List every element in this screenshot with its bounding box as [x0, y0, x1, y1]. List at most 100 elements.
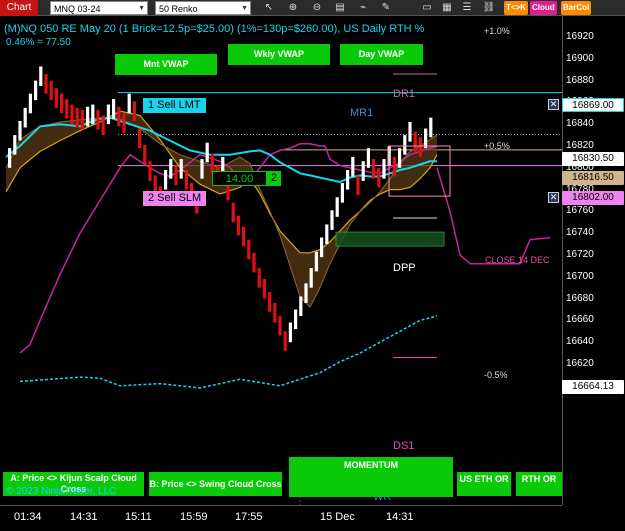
- renko-brick: [288, 322, 292, 343]
- strategy-icon[interactable]: ⌁: [356, 1, 370, 15]
- renko-brick: [356, 175, 360, 196]
- last-price-box: 16830.50: [562, 152, 624, 166]
- renko-brick: [424, 128, 428, 149]
- price-axis[interactable]: [562, 16, 625, 505]
- price-tick-label: 16680: [566, 292, 594, 304]
- time-tick: 14:31: [386, 511, 414, 523]
- instrument-selector[interactable]: MNQ 03-24 ▼: [50, 1, 148, 15]
- price-tick-label: 16740: [566, 227, 594, 239]
- renko-brick: [299, 296, 303, 317]
- renko-brick: [148, 161, 152, 181]
- renko-brick: [403, 135, 407, 155]
- chart-title: (M)NQ 050 RE May 20 (1 Brick=12.5p=$25.0…: [4, 23, 425, 35]
- renko-brick: [413, 131, 417, 152]
- renko-brick: [101, 115, 105, 136]
- chart-plot-area[interactable]: [0, 16, 562, 505]
- link-icon[interactable]: ⛓: [482, 1, 496, 15]
- renko-brick: [398, 148, 402, 168]
- rth-or-button[interactable]: RTH OR: [516, 472, 562, 496]
- renko-brick: [164, 169, 168, 190]
- renko-brick: [309, 268, 313, 288]
- price-tick-label: 16760: [566, 205, 594, 217]
- renko-brick: [408, 122, 412, 142]
- renko-brick: [117, 106, 121, 127]
- time-tick: 15:11: [125, 511, 152, 523]
- dpp-label: DPP: [393, 262, 416, 274]
- sell-lmt-order-label: 1 Sell LMT: [148, 99, 201, 111]
- magenta-line-extension: [436, 167, 551, 265]
- bar-type-selector[interactable]: 50 Renko ▼: [155, 1, 251, 15]
- time-tick: 15:59: [180, 511, 208, 523]
- pct-plus-1-label: +1.0%: [484, 26, 510, 36]
- renko-brick: [179, 159, 183, 179]
- renko-brick: [340, 183, 344, 203]
- renko-brick: [320, 237, 324, 258]
- renko-brick: [304, 283, 308, 303]
- renko-brick: [127, 93, 131, 114]
- renko-brick: [273, 302, 277, 323]
- cancel-sell-lmt-icon[interactable]: ✕: [548, 99, 559, 110]
- renko-brick: [382, 159, 386, 179]
- vwap-dashed-line: [19, 315, 438, 389]
- swing-cloud-cross-button[interactable]: B: Price <> Swing Cloud Cross: [149, 472, 282, 496]
- renko-brick: [242, 226, 246, 247]
- indicators-icon[interactable]: ▤: [333, 1, 347, 15]
- wkly-vwap-button[interactable]: Wkly VWAP: [228, 44, 330, 65]
- window-icon[interactable]: ▭: [420, 1, 434, 15]
- cancel-sell-slm-icon[interactable]: ✕: [548, 192, 559, 203]
- order-qty-price-value: 14.00: [225, 173, 254, 185]
- tile-icon[interactable]: ▦: [440, 1, 454, 15]
- chart-toolbar: Chart MNQ 03-24 ▼ 50 Renko ▼ ↖ ⊕ ⊖ ▤ ⌁ ✎…: [0, 0, 625, 16]
- cyan-line-price-box: 16664.13: [562, 380, 624, 394]
- sell-lmt-order[interactable]: 1 Sell LMT: [143, 98, 206, 113]
- time-tick: 17:55: [235, 511, 263, 523]
- price-tick-label: 16640: [566, 336, 594, 348]
- order-qty-count-box[interactable]: 2: [267, 171, 281, 186]
- zoom-icon[interactable]: ⊕: [286, 1, 300, 15]
- chart-tab[interactable]: Chart: [0, 0, 38, 16]
- momentum-button[interactable]: MOMENTUM: [289, 457, 453, 497]
- mnt-vwap-button[interactable]: Mnt VWAP: [115, 54, 217, 75]
- order-qty-price-box[interactable]: 14.00: [212, 171, 267, 186]
- price-tick-label: 16900: [566, 52, 594, 64]
- cloud-lower-line: [5, 117, 438, 309]
- kijun-cloud: [6, 111, 437, 308]
- tk-toggle-button[interactable]: T<>K: [504, 1, 529, 15]
- ds1-label: DS1: [393, 440, 415, 452]
- renko-brick: [346, 169, 350, 190]
- price-tick-label: 16840: [566, 118, 594, 130]
- renko-brick: [70, 104, 74, 125]
- sell-slm-order[interactable]: 2 Sell SLM: [143, 191, 207, 206]
- renko-brick: [231, 202, 235, 223]
- pct-minus-05-label: -0.5%: [484, 370, 508, 380]
- time-tick: 15 Dec: [320, 511, 355, 523]
- cloud-toggle-button[interactable]: Cloud: [530, 1, 557, 15]
- price-tick-label: 16880: [566, 74, 594, 86]
- renko-brick: [23, 107, 27, 128]
- price-tick-label: 16920: [566, 31, 594, 42]
- renko-brick: [247, 239, 251, 260]
- renko-brick: [122, 113, 126, 133]
- renko-brick: [44, 74, 48, 94]
- price-tick-label: 16700: [566, 270, 594, 282]
- chart-subvalue: 0.46% = 77.50: [6, 37, 71, 48]
- renko-brick: [377, 167, 381, 188]
- drawing-tools-icon[interactable]: ✎: [379, 1, 393, 15]
- renko-brick: [28, 93, 32, 114]
- us-eth-or-button[interactable]: US ETH OR: [457, 472, 511, 496]
- renko-brick: [429, 117, 433, 138]
- renko-brick: [54, 88, 58, 108]
- renko-brick: [361, 161, 365, 181]
- renko-brick: [325, 224, 329, 245]
- renko-brick: [205, 142, 209, 163]
- settings-icon[interactable]: ☰: [460, 1, 474, 15]
- renko-brick: [86, 106, 90, 127]
- renko-brick: [80, 110, 84, 130]
- sell-slm-order-label: 2 Sell SLM: [148, 192, 202, 204]
- day-vwap-button[interactable]: Day VWAP: [340, 44, 423, 65]
- cursor-icon[interactable]: ↖: [262, 1, 276, 15]
- properties-icon[interactable]: ⊖: [310, 1, 324, 15]
- barcol-toggle-button[interactable]: BarCol: [561, 1, 592, 15]
- tan-price-box: 16816.50: [562, 171, 624, 185]
- renko-brick: [268, 292, 272, 312]
